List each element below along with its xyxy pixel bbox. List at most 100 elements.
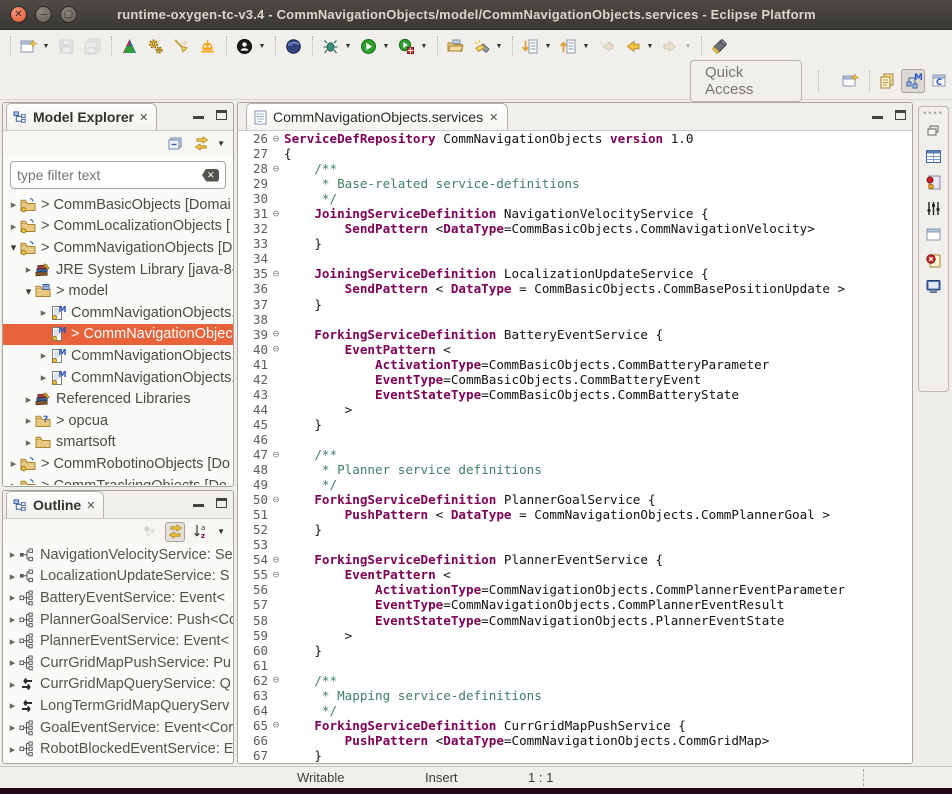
expander-icon[interactable]: ▸: [6, 743, 19, 756]
code-line[interactable]: 58 EventStateType=CommNavigationObjects.…: [238, 613, 912, 628]
source-code[interactable]: 26⊖ServiceDefRepository CommNavigationOb…: [238, 131, 912, 764]
back-dropdown[interactable]: ▼: [645, 34, 655, 58]
code-line[interactable]: 56 ActivationType=CommNavigationObjects.…: [238, 582, 912, 597]
cpp-perspective-button[interactable]: C: [927, 69, 951, 93]
code-line[interactable]: 28⊖ /**: [238, 161, 912, 176]
debug-dropdown[interactable]: ▼: [343, 34, 353, 58]
code-line[interactable]: 57 EventType=CommNavigationObjects.CommP…: [238, 597, 912, 612]
expander-icon[interactable]: ▸: [6, 635, 19, 648]
outline-item[interactable]: ▸GoalEventService: Event<Cor: [3, 717, 233, 739]
tree-item[interactable]: ▸JRE System Library [java-8-o: [3, 259, 233, 281]
expander-icon[interactable]: ▸: [6, 613, 19, 626]
tree-item[interactable]: ▸> CommRobotinoObjects [Do: [3, 453, 233, 475]
code-line[interactable]: 66 PushPattern <DataType=CommNavigationO…: [238, 733, 912, 748]
fold-marker-icon[interactable]: ⊖: [268, 570, 284, 580]
code-line[interactable]: 47⊖ /**: [238, 447, 912, 462]
code-line[interactable]: 40⊖ EventPattern <: [238, 342, 912, 357]
expander-icon[interactable]: ▸: [6, 678, 19, 691]
expander-icon[interactable]: ▸: [37, 371, 50, 384]
code-line[interactable]: 36 SendPattern < DataType = CommBasicObj…: [238, 281, 912, 296]
code-line[interactable]: 41 ActivationType=CommBasicObjects.CommB…: [238, 357, 912, 372]
close-tab-icon[interactable]: ✕: [489, 111, 498, 124]
window-minimize-button[interactable]: –: [35, 6, 52, 23]
minimize-view-icon[interactable]: [193, 498, 204, 507]
tree-item[interactable]: ▸> CommBasicObjects [Domai: [3, 194, 233, 216]
outline-item[interactable]: ▸IPService: Push<CommMobil: [3, 760, 233, 762]
expander-icon[interactable]: ▸: [22, 393, 35, 406]
code-line[interactable]: 63 * Mapping service-definitions: [238, 688, 912, 703]
code-line[interactable]: 29 * Base-related service-definitions: [238, 176, 912, 191]
next-annotation-dropdown[interactable]: ▼: [543, 34, 553, 58]
clean-broom-button[interactable]: [169, 34, 193, 58]
code-line[interactable]: 35⊖ JoiningServiceDefinition Localizatio…: [238, 266, 912, 281]
code-line[interactable]: 52 }: [238, 522, 912, 537]
code-line[interactable]: 64 */: [238, 703, 912, 718]
generate-gears-button[interactable]: [143, 34, 167, 58]
fold-marker-icon[interactable]: ⊖: [268, 209, 284, 219]
validation-view-button[interactable]: [922, 170, 946, 194]
trim-drag-handle[interactable]: ••••: [923, 109, 944, 117]
user-account-dropdown[interactable]: ▼: [257, 34, 267, 58]
web-browser-button[interactable]: [281, 34, 305, 58]
code-line[interactable]: 49 */: [238, 477, 912, 492]
resource-perspective-button[interactable]: [875, 69, 899, 93]
code-line[interactable]: 32 SendPattern <DataType=CommBasicObject…: [238, 221, 912, 236]
maximize-view-icon[interactable]: [216, 110, 227, 120]
back-button[interactable]: [620, 34, 644, 58]
new-window-view-button[interactable]: [922, 222, 946, 246]
minimize-editor-icon[interactable]: [872, 110, 883, 119]
mark-occurrences-button[interactable]: [707, 34, 731, 58]
previous-annotation-button[interactable]: [556, 34, 580, 58]
code-line[interactable]: 59 >: [238, 628, 912, 643]
quick-access-button[interactable]: Quick Access: [690, 60, 802, 102]
search-dropdown[interactable]: ▼: [494, 34, 504, 58]
tree-item[interactable]: ▸MCommNavigationObjects.l: [3, 367, 233, 389]
sort-alphabetically-button[interactable]: az: [191, 522, 211, 542]
code-line[interactable]: 55⊖ EventPattern <: [238, 567, 912, 582]
fold-marker-icon[interactable]: ⊖: [268, 720, 284, 730]
code-line[interactable]: 31⊖ JoiningServiceDefinition NavigationV…: [238, 206, 912, 221]
tree-item[interactable]: ▸smartsoft: [3, 432, 233, 454]
user-account-button[interactable]: [232, 34, 256, 58]
link-with-editor-button[interactable]: [191, 134, 211, 154]
code-line[interactable]: 62⊖ /**: [238, 673, 912, 688]
open-artifact-button[interactable]: [443, 34, 467, 58]
expander-icon[interactable]: ▸: [6, 721, 19, 734]
fold-marker-icon[interactable]: ⊖: [268, 344, 284, 354]
code-line[interactable]: 34: [238, 251, 912, 266]
console-view-button[interactable]: [922, 274, 946, 298]
tab-outline[interactable]: Outline ✕: [6, 491, 104, 518]
expander-icon[interactable]: ▸: [6, 591, 19, 604]
open-perspective-button[interactable]: [838, 69, 862, 93]
tree-item[interactable]: ▸> CommTrackingObjects [Do: [3, 475, 233, 485]
modeling-perspective-button[interactable]: M: [901, 69, 925, 93]
outline-item[interactable]: ▸LocalizationUpdateService: S: [3, 566, 233, 588]
code-line[interactable]: 30 */: [238, 191, 912, 206]
run-dropdown[interactable]: ▼: [381, 34, 391, 58]
expander-icon[interactable]: ▸: [22, 263, 35, 276]
code-line[interactable]: 27{: [238, 146, 912, 161]
tab-model-explorer[interactable]: Model Explorer ✕: [6, 103, 157, 130]
link-with-editor-button[interactable]: [165, 522, 185, 542]
fold-marker-icon[interactable]: ⊖: [268, 269, 284, 279]
new-wizard-button[interactable]: [16, 34, 40, 58]
code-line[interactable]: 68 RequestAnswerServiceDefinition CurrGr…: [238, 763, 912, 764]
expander-icon[interactable]: ▸: [37, 349, 50, 362]
robot-tool-button[interactable]: [195, 34, 219, 58]
code-line[interactable]: 38: [238, 312, 912, 327]
tree-item[interactable]: ▸?> opcua: [3, 410, 233, 432]
outline-item[interactable]: ▸BatteryEventService: Event<: [3, 587, 233, 609]
maximize-editor-icon[interactable]: [895, 110, 906, 120]
code-line[interactable]: 54⊖ ForkingServiceDefinition PlannerEven…: [238, 552, 912, 567]
expander-icon[interactable]: ▸: [6, 570, 19, 583]
fold-marker-icon[interactable]: ⊖: [268, 495, 284, 505]
clear-filter-icon[interactable]: [202, 169, 219, 182]
code-line[interactable]: 53: [238, 537, 912, 552]
editor-tab[interactable]: CommNavigationObjects.services ✕: [246, 103, 508, 130]
tree-item[interactable]: ▾> CommNavigationObjects [D: [3, 237, 233, 259]
debug-button[interactable]: [318, 34, 342, 58]
code-line[interactable]: 45 }: [238, 417, 912, 432]
code-line[interactable]: 48 * Planner service definitions: [238, 462, 912, 477]
code-line[interactable]: 44 >: [238, 402, 912, 417]
code-line[interactable]: 43 EventStateType=CommBasicObjects.CommB…: [238, 387, 912, 402]
